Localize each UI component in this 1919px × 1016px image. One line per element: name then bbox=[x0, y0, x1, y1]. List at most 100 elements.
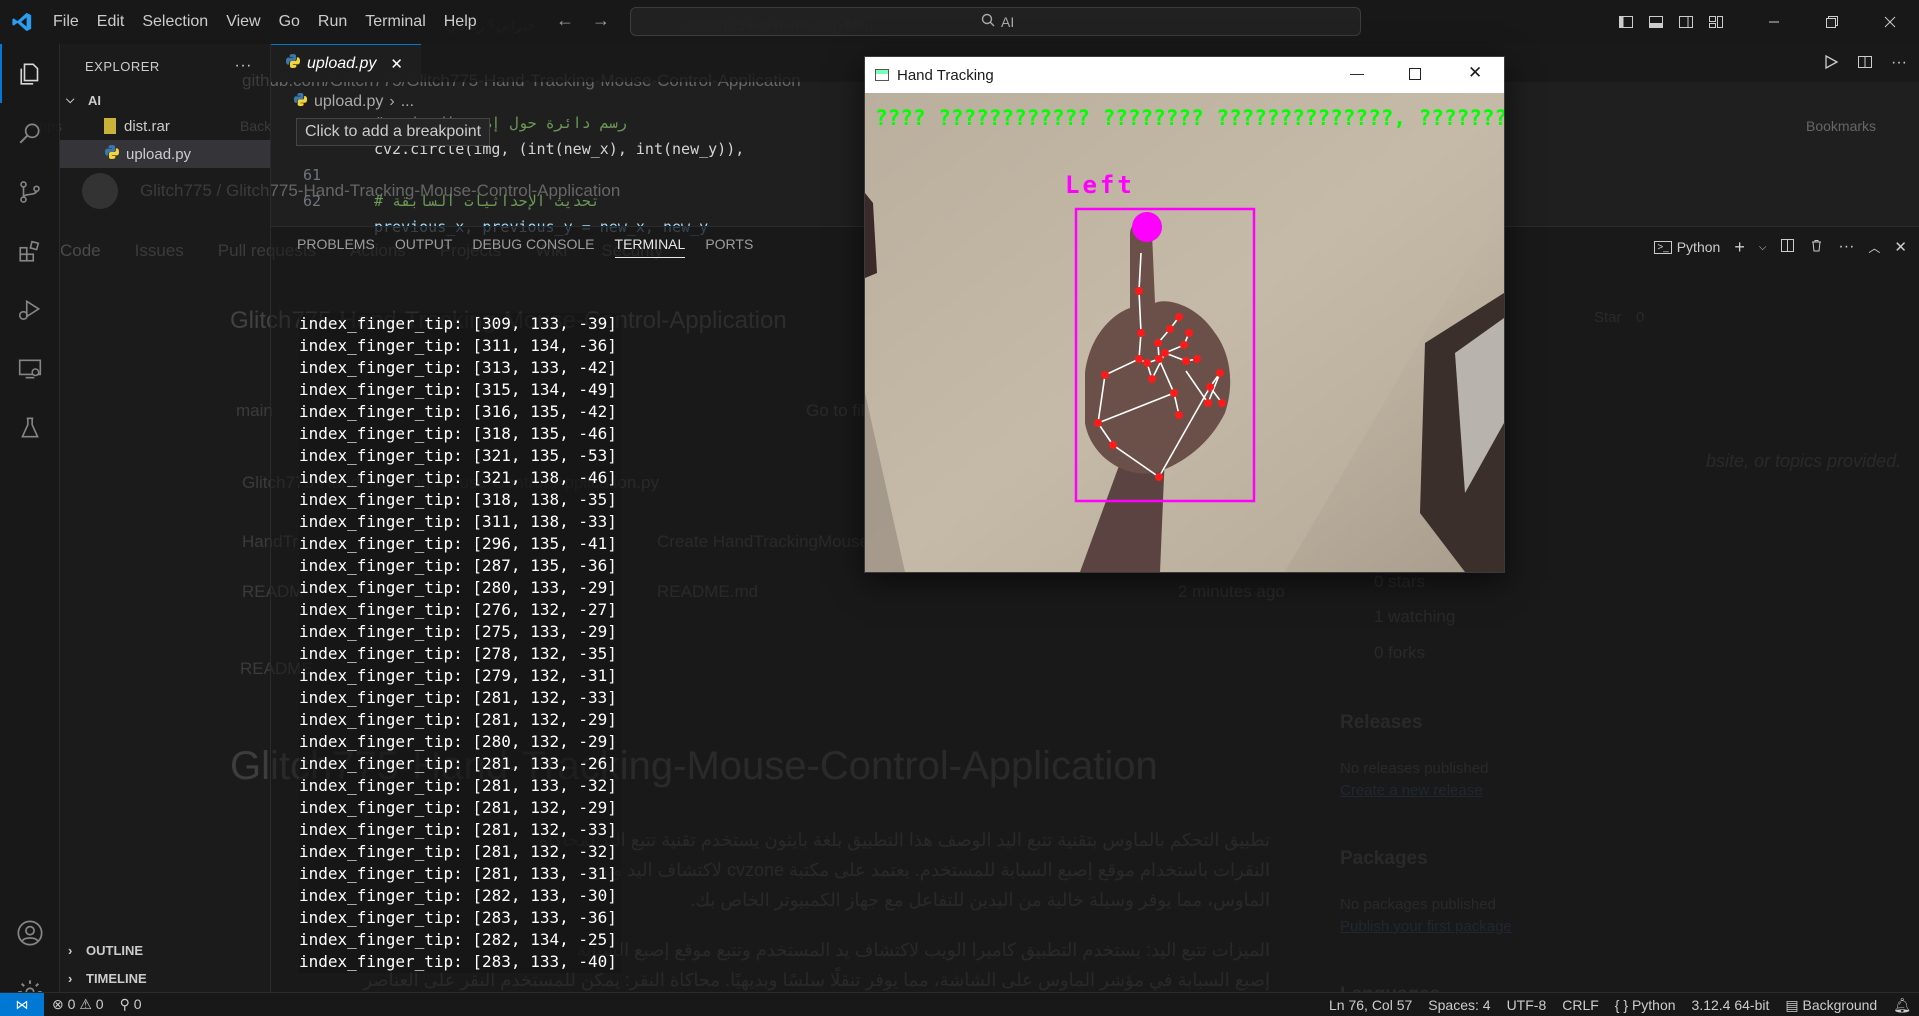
command-center-label: AI bbox=[1001, 13, 1015, 30]
extensions-icon[interactable] bbox=[0, 221, 60, 280]
close-panel-icon[interactable]: ✕ bbox=[1894, 238, 1907, 256]
cursor-position[interactable]: Ln 76, Col 57 bbox=[1321, 997, 1420, 1013]
terminal-profile[interactable]: >_ Python bbox=[1654, 239, 1720, 255]
hand-tracking-titlebar[interactable]: Hand Tracking — ✕ bbox=[865, 57, 1504, 93]
problems-status[interactable]: ⊗ 0 ⚠ 0 bbox=[44, 996, 112, 1013]
source-control-icon[interactable] bbox=[0, 162, 60, 221]
terminal-line: index_finger_tip: [311, 134, -36] bbox=[299, 335, 621, 357]
indentation[interactable]: Spaces: 4 bbox=[1420, 997, 1498, 1013]
notifications-bell-icon[interactable]: 🔔︎ bbox=[1885, 997, 1919, 1014]
run-file-icon[interactable] bbox=[1823, 54, 1839, 73]
minimize-icon[interactable] bbox=[1745, 0, 1803, 44]
menu-edit[interactable]: Edit bbox=[88, 0, 134, 44]
menu-help[interactable]: Help bbox=[435, 0, 486, 44]
split-editor-icon[interactable] bbox=[1857, 54, 1873, 73]
timeline-section[interactable]: › TIMELINE bbox=[60, 964, 271, 992]
menu-go[interactable]: Go bbox=[270, 0, 309, 44]
menu-run[interactable]: Run bbox=[309, 0, 356, 44]
search-sidebar-icon[interactable] bbox=[0, 103, 60, 162]
line-endings[interactable]: CRLF bbox=[1554, 997, 1607, 1013]
new-terminal-icon[interactable]: + bbox=[1734, 237, 1745, 258]
folder-label: AI bbox=[88, 92, 101, 108]
run-debug-icon[interactable] bbox=[0, 280, 60, 339]
ports-status[interactable]: ⚲ 0 bbox=[112, 996, 150, 1013]
terminal-line: index_finger_tip: [315, 134, -49] bbox=[299, 379, 621, 401]
explorer-header: EXPLORER ··· bbox=[60, 44, 270, 88]
breadcrumb-symbol[interactable]: ... bbox=[401, 93, 414, 111]
customize-layout-icon[interactable] bbox=[1701, 0, 1731, 44]
tab-ports[interactable]: PORTS bbox=[705, 236, 753, 258]
close-icon[interactable]: ✕ bbox=[1468, 63, 1482, 83]
maximize-icon[interactable] bbox=[1409, 68, 1421, 80]
panel-actions: >_ Python + ⌵ ··· ︿ ✕ bbox=[1654, 227, 1919, 267]
trash-icon[interactable] bbox=[1809, 238, 1824, 256]
editor-more-icon[interactable]: ··· bbox=[1891, 54, 1907, 72]
remote-indicator-icon[interactable]: ⋈ bbox=[0, 992, 44, 1016]
terminal-line: index_finger_tip: [281, 132, -32] bbox=[299, 841, 621, 863]
warning-count: 0 bbox=[95, 996, 104, 1012]
breadcrumb-file[interactable]: upload.py bbox=[314, 93, 383, 111]
line-number[interactable]: 62 bbox=[271, 188, 321, 214]
code-line[interactable]: 61 bbox=[271, 162, 871, 188]
terminal-icon: >_ bbox=[1654, 240, 1672, 254]
chevron-down-icon[interactable]: ⌵ bbox=[1759, 242, 1767, 253]
language-mode[interactable]: { } Python bbox=[1607, 997, 1684, 1013]
toggle-sidebar-icon[interactable] bbox=[1611, 0, 1641, 44]
file-upload-py[interactable]: upload.py bbox=[60, 140, 270, 168]
explorer-icon[interactable] bbox=[0, 44, 60, 103]
tab-terminal[interactable]: TERMINAL bbox=[614, 236, 686, 258]
remote-explorer-icon[interactable] bbox=[0, 339, 60, 398]
bg-bookmarks: Bookmarks bbox=[1806, 118, 1877, 134]
chevron-down-icon: ⌵ bbox=[66, 93, 75, 106]
maximize-panel-icon[interactable]: ︿ bbox=[1868, 239, 1880, 256]
background-status[interactable]: ▤ Background bbox=[1777, 997, 1885, 1014]
toggle-panel-icon[interactable] bbox=[1641, 0, 1671, 44]
close-tab-icon[interactable]: ✕ bbox=[390, 55, 403, 73]
code-line[interactable]: 62 # تحديث الإحداثيات السابقة bbox=[271, 188, 871, 214]
minimize-icon[interactable]: — bbox=[1350, 65, 1364, 81]
tab-output[interactable]: OUTPUT bbox=[395, 236, 453, 258]
file-dist-rar[interactable]: dist.rar bbox=[60, 112, 270, 140]
line-number[interactable]: 61 bbox=[271, 162, 321, 188]
menu-terminal[interactable]: Terminal bbox=[356, 0, 434, 44]
testing-icon[interactable] bbox=[0, 398, 60, 457]
menu-view[interactable]: View bbox=[217, 0, 269, 44]
python-icon bbox=[104, 144, 120, 164]
encoding[interactable]: UTF-8 bbox=[1499, 997, 1555, 1013]
accounts-icon[interactable] bbox=[0, 903, 60, 962]
terminal-line: index_finger_tip: [313, 133, -42] bbox=[299, 357, 621, 379]
panel-more-icon[interactable]: ··· bbox=[1838, 238, 1854, 256]
nav-arrows: ← → bbox=[556, 10, 610, 31]
menu-selection[interactable]: Selection bbox=[133, 0, 217, 44]
close-icon[interactable] bbox=[1861, 0, 1919, 44]
terminal-line: index_finger_tip: [281, 132, -33] bbox=[299, 819, 621, 841]
tab-upload-py[interactable]: upload.py ✕ bbox=[271, 44, 421, 82]
terminal-profile-label: Python bbox=[1676, 239, 1721, 255]
warning-icon: ⚠ bbox=[79, 996, 92, 1012]
terminal-line: index_finger_tip: [281, 132, -29] bbox=[299, 709, 621, 731]
tab-debug-console[interactable]: DEBUG CONSOLE bbox=[472, 236, 594, 258]
back-arrow-icon[interactable]: ← bbox=[556, 10, 574, 31]
more-actions-icon[interactable]: ··· bbox=[235, 57, 252, 75]
hand-tracking-window[interactable]: Hand Tracking — ✕ Left ???? ????????????… bbox=[864, 56, 1505, 573]
forward-arrow-icon[interactable]: → bbox=[592, 10, 610, 31]
terminal-line: index_finger_tip: [318, 138, -35] bbox=[299, 489, 621, 511]
panel-tabs: PROBLEMS OUTPUT DEBUG CONSOLE TERMINAL P… bbox=[297, 236, 753, 258]
terminal-line: index_finger_tip: [282, 134, -25] bbox=[299, 929, 621, 951]
explorer-title: EXPLORER bbox=[85, 58, 160, 74]
toggle-secondary-sidebar-icon[interactable] bbox=[1671, 0, 1701, 44]
split-terminal-icon[interactable] bbox=[1780, 238, 1795, 256]
index-finger-tip-marker bbox=[1132, 212, 1162, 242]
outline-section[interactable]: › OUTLINE bbox=[60, 936, 271, 964]
terminal-output[interactable]: index_finger_tip: [309, 133, -39] index_f… bbox=[299, 313, 621, 973]
vscode-logo-icon bbox=[0, 0, 44, 44]
background-icon: ▤ bbox=[1785, 996, 1799, 1013]
terminal-line: index_finger_tip: [283, 133, -36] bbox=[299, 907, 621, 929]
maximize-icon[interactable] bbox=[1803, 0, 1861, 44]
menu-file[interactable]: File bbox=[44, 0, 88, 44]
tab-problems[interactable]: PROBLEMS bbox=[297, 236, 375, 258]
python-interpreter[interactable]: 3.12.4 64-bit bbox=[1684, 997, 1778, 1013]
timeline-label: TIMELINE bbox=[86, 970, 147, 986]
folder-ai[interactable]: ⌵ AI bbox=[60, 88, 270, 112]
command-center[interactable]: AI bbox=[630, 7, 1361, 36]
